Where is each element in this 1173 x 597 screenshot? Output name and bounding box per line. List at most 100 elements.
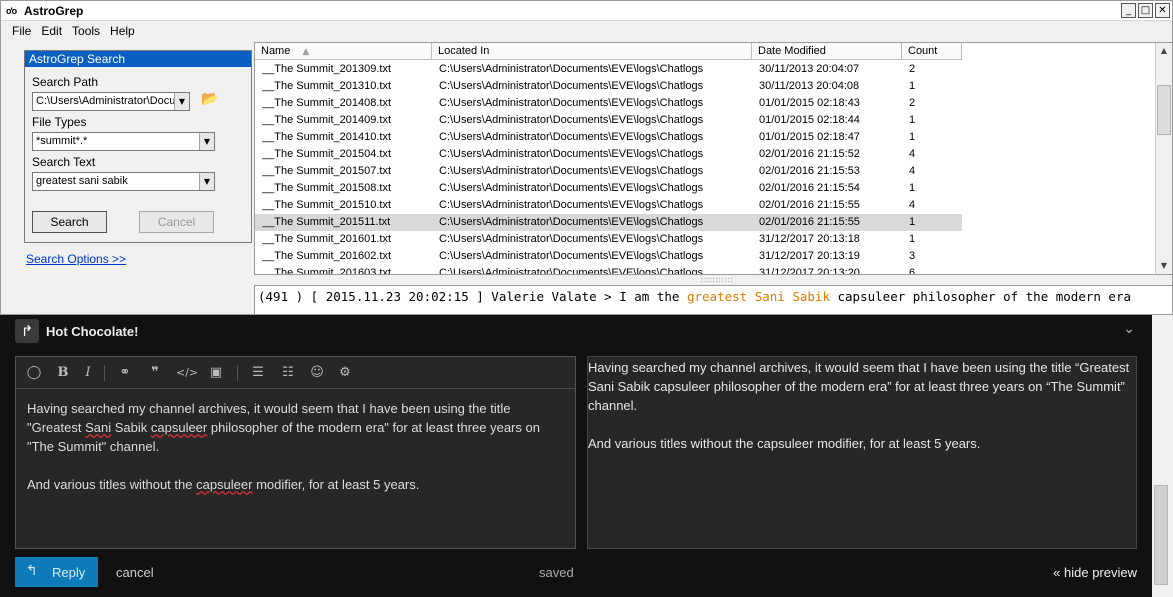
- cell-count: 4: [909, 199, 916, 211]
- search-text-combo[interactable]: greatest sani sabik ▼: [32, 172, 215, 191]
- cell-count: 6: [909, 267, 916, 275]
- cell-count: 2: [909, 63, 916, 75]
- cell-date: 31/12/2017 20:13:18: [759, 233, 860, 245]
- table-row[interactable]: __The Summit_201310.txt C:\Users\Administ…: [255, 78, 962, 95]
- menu-tools[interactable]: Tools: [67, 22, 105, 40]
- cell-name: __The Summit_201408.txt: [262, 97, 392, 109]
- scroll-thumb[interactable]: [1157, 85, 1171, 135]
- cell-date: 01/01/2015 02:18:43: [759, 97, 860, 109]
- cell-count: 1: [909, 233, 916, 245]
- table-row[interactable]: __The Summit_201510.txt C:\Users\Administ…: [255, 197, 962, 214]
- cell-date: 01/01/2015 02:18:44: [759, 114, 860, 126]
- menu-help[interactable]: Help: [105, 22, 140, 40]
- editor-paragraph: Having searched my channel archives, it …: [27, 399, 567, 456]
- chevron-down-icon[interactable]: ▼: [199, 173, 214, 190]
- link-icon[interactable]: ⚭: [116, 365, 134, 381]
- preview-text: (491 ) [ 2015.11.23 20:02:15 ] Valerie V…: [258, 289, 687, 304]
- cell-location: C:\Users\Administrator\Documents\EVE\log…: [439, 182, 704, 194]
- chevron-down-icon[interactable]: ▼: [199, 133, 214, 150]
- maximize-button[interactable]: □: [1138, 3, 1153, 18]
- cell-location: C:\Users\Administrator\Documents\EVE\log…: [439, 63, 704, 75]
- cell-date: 31/12/2017 20:13:20: [759, 267, 860, 275]
- column-header-date[interactable]: Date Modified: [752, 43, 902, 60]
- scroll-up-icon[interactable]: ▲: [1156, 43, 1172, 59]
- chevron-down-icon[interactable]: ⌄: [1123, 321, 1135, 337]
- scroll-down-icon[interactable]: ▼: [1156, 258, 1172, 274]
- minimize-button[interactable]: _: [1121, 3, 1136, 18]
- cancel-search-button[interactable]: Cancel: [139, 211, 214, 233]
- table-row[interactable]: __The Summit_201603.txt C:\Users\Administ…: [255, 265, 962, 275]
- cell-name: __The Summit_201507.txt: [262, 165, 392, 177]
- search-text-value: greatest sani sabik: [36, 175, 128, 187]
- splitter-grip[interactable]: :::::::::::: [701, 277, 733, 284]
- window-controls: _ □ ✕: [1121, 3, 1170, 18]
- numbered-list-icon[interactable]: ☷: [279, 365, 297, 381]
- cell-location: C:\Users\Administrator\Documents\EVE\log…: [439, 148, 704, 160]
- misspelled-word[interactable]: capsuleer: [151, 420, 207, 435]
- cell-date: 01/01/2015 02:18:47: [759, 131, 860, 143]
- search-options-link[interactable]: Search Options >>: [26, 252, 126, 266]
- table-row[interactable]: __The Summit_201504.txt C:\Users\Administ…: [255, 146, 962, 163]
- reply-preview: Having searched my channel archives, it …: [587, 356, 1137, 549]
- search-panel-title: AstroGrep Search: [25, 51, 251, 67]
- misspelled-word[interactable]: Sani: [85, 420, 111, 435]
- table-row[interactable]: __The Summit_201601.txt C:\Users\Administ…: [255, 231, 962, 248]
- table-row[interactable]: __The Summit_201309.txt C:\Users\Administ…: [255, 61, 962, 78]
- results-scrollbar[interactable]: ▲ ▼: [1155, 43, 1172, 274]
- column-header-location[interactable]: Located In: [432, 43, 752, 60]
- file-types-value: *summit*.*: [36, 135, 88, 147]
- cell-name: __The Summit_201310.txt: [262, 80, 392, 92]
- bold-icon[interactable]: B: [54, 365, 72, 381]
- search-button[interactable]: Search: [32, 211, 107, 233]
- cell-date: 02/01/2016 21:15:54: [759, 182, 860, 194]
- column-header-count[interactable]: Count: [902, 43, 962, 60]
- editor-text-run: Sabik: [111, 420, 151, 435]
- file-types-combo[interactable]: *summit*.* ▼: [32, 132, 215, 151]
- code-icon[interactable]: </>: [176, 365, 198, 381]
- search-path-label: Search Path: [32, 75, 99, 89]
- column-header-name[interactable]: Name ▲: [255, 43, 432, 60]
- astrogrep-app-icon: o'o: [6, 6, 17, 16]
- sort-ascending-icon: ▲: [302, 47, 310, 57]
- cell-date: 02/01/2016 21:15:55: [759, 216, 860, 228]
- table-row[interactable]: __The Summit_201602.txt C:\Users\Administ…: [255, 248, 962, 265]
- reply-editor[interactable]: ◯ B I ⚭ ❞ </> ▣ ☰ ☷ ☺ ⚙ Having searched …: [15, 356, 576, 549]
- toolbar-divider: [237, 365, 238, 381]
- folder-open-icon[interactable]: 📂: [201, 92, 218, 106]
- bullet-list-icon[interactable]: ☰: [249, 365, 267, 381]
- search-path-combo[interactable]: C:\Users\Administrator\Docu ▼: [32, 92, 190, 111]
- editor-text[interactable]: Having searched my channel archives, it …: [27, 399, 567, 513]
- table-row[interactable]: __The Summit_201410.txt C:\Users\Administ…: [255, 129, 962, 146]
- quote-icon[interactable]: ❞: [146, 365, 164, 381]
- menu-edit[interactable]: Edit: [36, 22, 67, 40]
- menu-file[interactable]: File: [7, 22, 36, 40]
- cell-date: 30/11/2013 20:04:07: [759, 63, 860, 75]
- table-row[interactable]: __The Summit_201409.txt C:\Users\Administ…: [255, 112, 962, 129]
- gear-icon[interactable]: ⚙: [336, 365, 354, 381]
- chevron-down-icon[interactable]: ▼: [174, 93, 189, 110]
- cell-date: 31/12/2017 20:13:19: [759, 250, 860, 262]
- close-button[interactable]: ✕: [1155, 3, 1170, 18]
- image-icon[interactable]: ▣: [207, 365, 225, 381]
- table-row[interactable]: __The Summit_201507.txt C:\Users\Administ…: [255, 163, 962, 180]
- cell-name: __The Summit_201508.txt: [262, 182, 392, 194]
- search-path-value: C:\Users\Administrator\Docu: [36, 95, 176, 107]
- emoji-icon[interactable]: ☺: [308, 365, 326, 381]
- hide-preview-link[interactable]: « hide preview: [1053, 565, 1137, 580]
- scroll-thumb[interactable]: [1154, 485, 1168, 585]
- cell-date: 02/01/2016 21:15:52: [759, 148, 860, 160]
- preview-content: Having searched my channel archives, it …: [588, 358, 1134, 472]
- italic-icon[interactable]: I: [79, 365, 97, 381]
- table-row[interactable]: __The Summit_201408.txt C:\Users\Administ…: [255, 95, 962, 112]
- reply-arrow-icon: ↰: [26, 563, 38, 579]
- results-list: Name ▲ Located In Date Modified Count __T…: [254, 42, 1172, 275]
- cell-name: __The Summit_201510.txt: [262, 199, 392, 211]
- table-row[interactable]: __The Summit_201508.txt C:\Users\Administ…: [255, 180, 962, 197]
- cancel-link[interactable]: cancel: [116, 565, 154, 580]
- cell-location: C:\Users\Administrator\Documents\EVE\log…: [439, 267, 704, 275]
- page-scrollbar[interactable]: [1152, 315, 1173, 597]
- misspelled-word[interactable]: capsuleer: [196, 477, 252, 492]
- speech-bubble-icon[interactable]: ◯: [25, 365, 43, 381]
- table-row[interactable]: __The Summit_201511.txt C:\Users\Administ…: [255, 214, 962, 231]
- reply-button[interactable]: ↰ Reply: [15, 557, 98, 587]
